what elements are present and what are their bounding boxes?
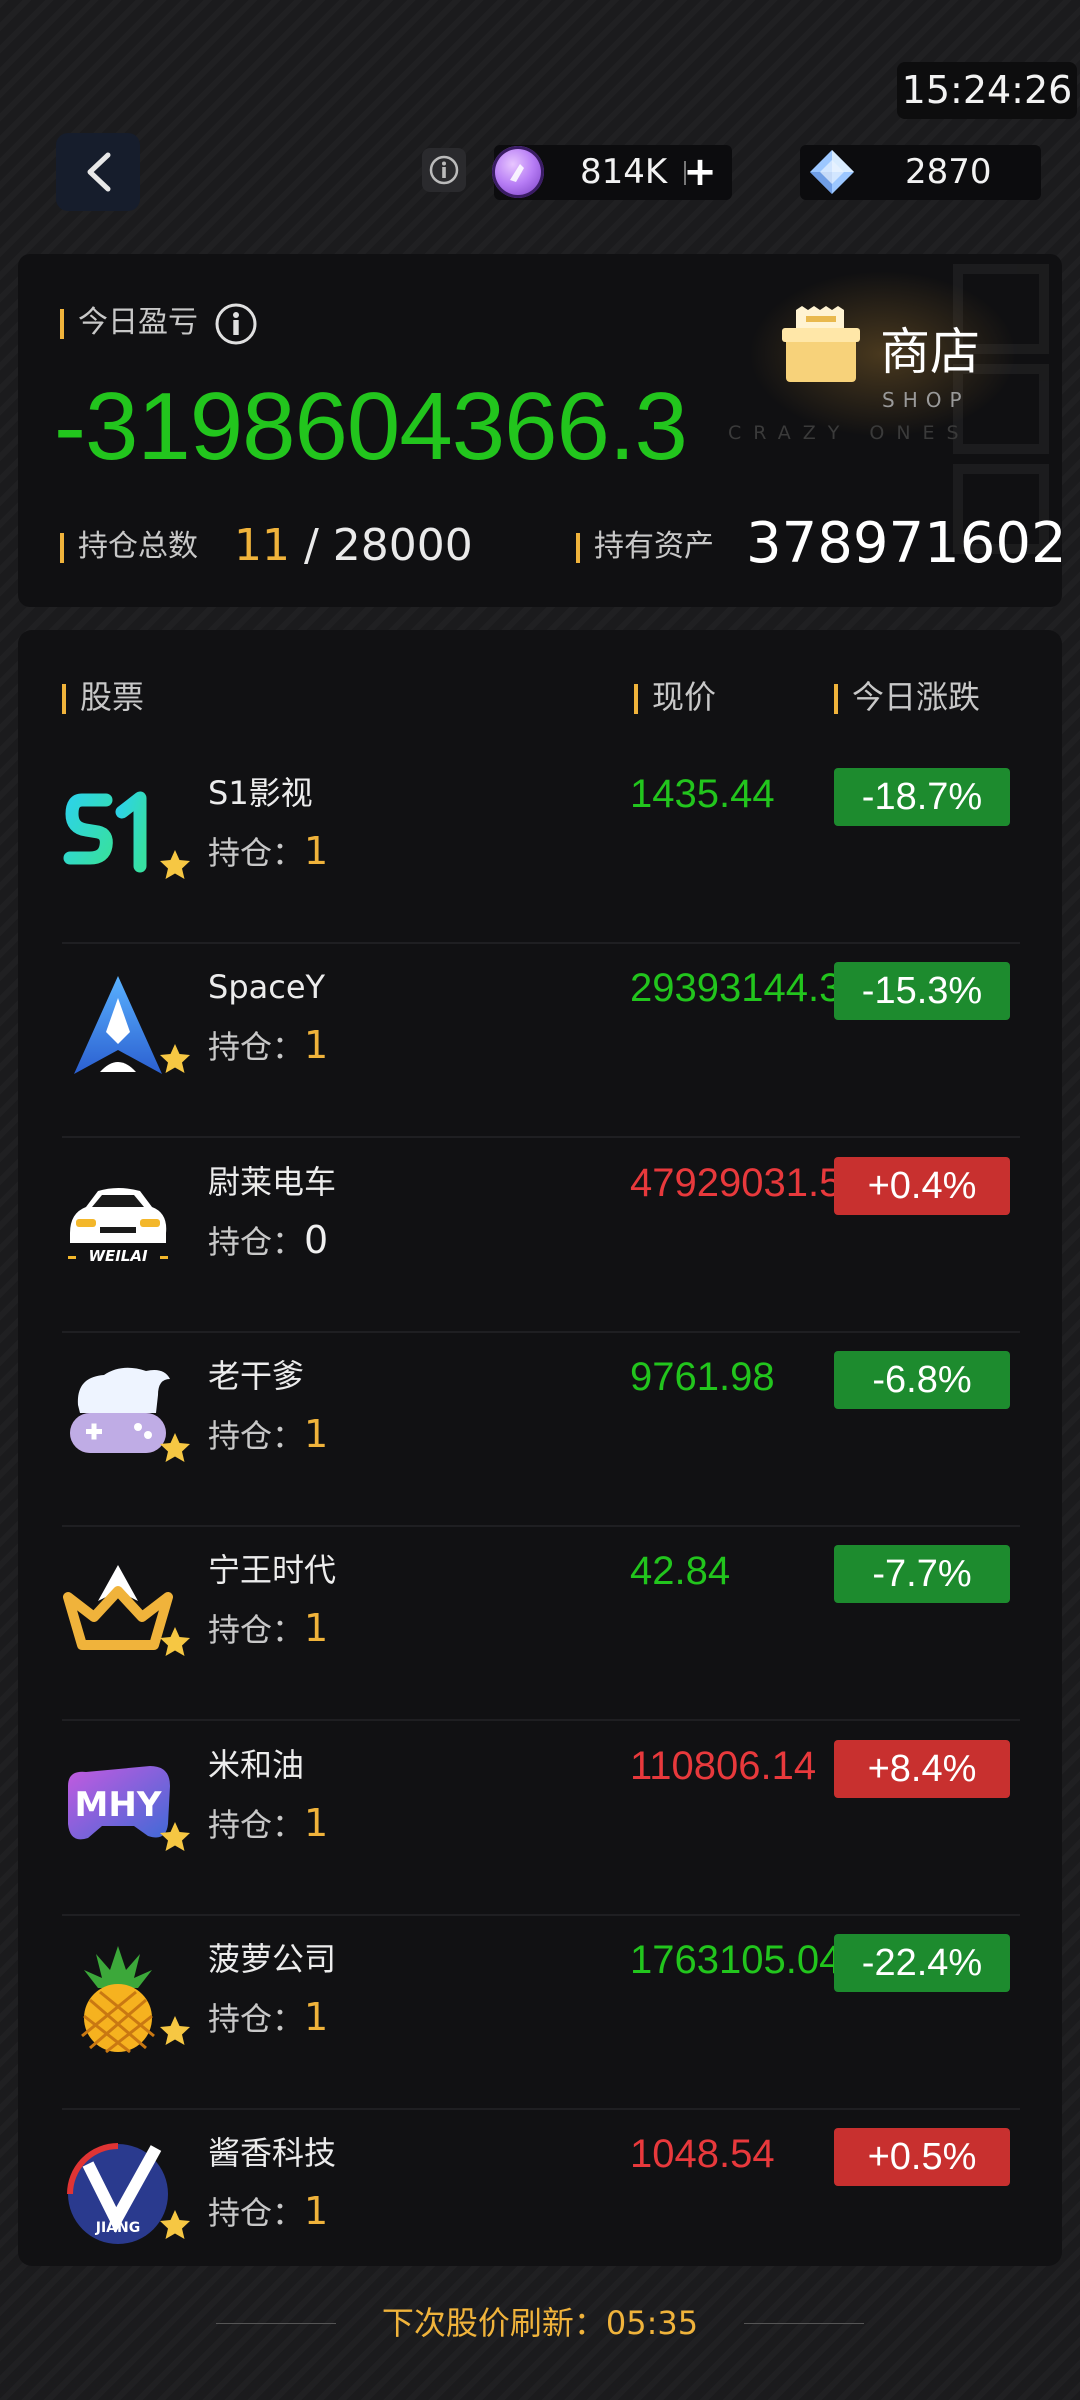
stock-row[interactable]: 菠萝公司持仓：1 1763105.04 -22.4% xyxy=(18,1916,1062,2110)
stock-name: 宁王时代 xyxy=(208,1551,337,1589)
svg-text:JIANG: JIANG xyxy=(95,2220,140,2236)
stock-name: 尉莱电车 xyxy=(208,1163,337,1201)
pnl-label: 今日盈亏 xyxy=(60,298,258,348)
svg-text:WEILAI: WEILAI xyxy=(88,1247,148,1265)
favorite-star-icon[interactable] xyxy=(158,2208,192,2246)
holding-value: 1 xyxy=(304,1801,329,1845)
stock-name: 米和油 xyxy=(208,1746,305,1784)
favorite-star-icon[interactable] xyxy=(158,848,192,886)
svg-text:MHY: MHY xyxy=(75,1785,162,1825)
stock-row[interactable]: S1影视持仓：1 1435.44 -18.7% xyxy=(18,750,1062,944)
favorite-star-icon[interactable] xyxy=(158,1625,192,1663)
stock-name: 酱香科技 xyxy=(208,2134,337,2172)
holding-info: 持仓：1 xyxy=(208,1412,329,1456)
holding-value: 1 xyxy=(304,2189,329,2233)
holding-info: 持仓：0 xyxy=(208,1218,329,1262)
change-badge: +0.4% xyxy=(834,1157,1010,1215)
assets-value: 37897160248 xyxy=(746,511,1062,576)
holding-value: 1 xyxy=(304,1412,329,1456)
stock-price: 47929031.5 xyxy=(630,1161,842,1205)
favorite-star-icon[interactable] xyxy=(158,1042,192,1080)
pnl-value: -3198604366.3 xyxy=(54,373,688,480)
back-button[interactable] xyxy=(56,133,140,211)
column-header-price: 现价 xyxy=(634,672,716,722)
holdings-label: 持仓总数 xyxy=(60,522,198,572)
refresh-footer: 下次股价刷新：05:35 xyxy=(0,2290,1080,2356)
stock-price: 1763105.04 xyxy=(630,1938,842,1982)
change-badge: -18.7% xyxy=(834,768,1010,826)
shop-sublabel: SHOP xyxy=(882,388,970,412)
stock-row[interactable]: MHY 米和油持仓：1 110806.14 +8.4% xyxy=(18,1722,1062,1916)
stock-row[interactable]: SpaceY 持仓：1 29393144.3 -15.3% xyxy=(18,944,1062,1138)
holdings-count: 11 / 28000 xyxy=(234,520,473,571)
stock-row[interactable]: 宁王时代持仓：1 42.84 -7.7% xyxy=(18,1527,1062,1721)
change-badge: -6.8% xyxy=(834,1351,1010,1409)
change-badge: -15.3% xyxy=(834,962,1010,1020)
stock-price: 1048.54 xyxy=(630,2132,775,2176)
info-button[interactable] xyxy=(422,148,466,192)
change-badge: +0.5% xyxy=(834,2128,1010,2186)
add-coins-button[interactable]: + xyxy=(682,152,718,192)
holding-info: 持仓：1 xyxy=(208,1606,329,1650)
gem-balance: 2870 xyxy=(800,145,1041,200)
coin-balance: 814K + xyxy=(492,145,732,200)
holding-value: 1 xyxy=(304,1606,329,1650)
stock-price: 9761.98 xyxy=(630,1355,775,1399)
shop-icon xyxy=(782,306,860,382)
chevron-left-icon xyxy=(87,152,111,192)
stock-name: SpaceY xyxy=(208,968,326,1006)
holding-value: 0 xyxy=(304,1218,329,1262)
stock-row[interactable]: WEILAI 尉莱电车持仓：0 47929031.5 +0.4% xyxy=(18,1139,1062,1333)
change-badge: -22.4% xyxy=(834,1934,1010,1992)
stock-price: 42.84 xyxy=(630,1549,731,1593)
stock-list: 股票 现价 今日涨跌 S1影视持仓：1 1435.44 -18.7% SpaceY 持仓… xyxy=(18,630,1062,2266)
column-header-stock: 股票 xyxy=(62,672,144,722)
stock-name: 菠萝公司 xyxy=(208,1940,337,1978)
holding-info: 持仓：1 xyxy=(208,1023,329,1067)
coin-icon xyxy=(492,146,544,198)
status-clock: 15:24:26 xyxy=(897,62,1077,119)
weilai-car-logo: WEILAI xyxy=(60,1163,176,1279)
coin-amount: 814K xyxy=(580,152,668,192)
change-badge: +8.4% xyxy=(834,1740,1010,1798)
holding-info: 持仓：1 xyxy=(208,1995,329,2039)
stock-name: 老干爹 xyxy=(208,1357,305,1395)
holding-value: 1 xyxy=(304,1995,329,2039)
stock-price: 29393144.3 xyxy=(630,966,842,1010)
column-header-change: 今日涨跌 xyxy=(834,672,980,722)
watermark-text: CRAZY ONES xyxy=(728,422,971,444)
favorite-star-icon[interactable] xyxy=(158,2014,192,2052)
favorite-star-icon[interactable] xyxy=(158,1820,192,1858)
stock-row[interactable]: 老干爹持仓：1 9761.98 -6.8% xyxy=(18,1333,1062,1527)
assets-label: 持有资产 xyxy=(576,522,714,572)
holding-value: 1 xyxy=(304,829,329,873)
info-icon xyxy=(429,155,459,185)
gem-amount: 2870 xyxy=(905,152,992,192)
holding-value: 1 xyxy=(304,1023,329,1067)
holding-info: 持仓：1 xyxy=(208,2189,329,2233)
stock-name: S1影视 xyxy=(208,774,313,812)
change-badge: -7.7% xyxy=(834,1545,1010,1603)
refresh-countdown: 下次股价刷新：05:35 xyxy=(381,2304,699,2342)
holding-info: 持仓：1 xyxy=(208,829,329,873)
pnl-info-icon[interactable] xyxy=(214,302,258,346)
portfolio-summary: 今日盈亏 -3198604366.3 商店 SHOP CRAZY ONES 持仓… xyxy=(18,254,1062,607)
stock-row[interactable]: JIANG 酱香科技持仓：1 1048.54 +0.5% xyxy=(18,2110,1062,2304)
holding-info: 持仓：1 xyxy=(208,1801,329,1845)
stock-price: 110806.14 xyxy=(630,1744,817,1788)
shop-label: 商店 xyxy=(880,323,980,381)
diamond-icon xyxy=(810,150,854,194)
favorite-star-icon[interactable] xyxy=(158,1431,192,1469)
shop-button[interactable]: 商店 SHOP xyxy=(738,264,1028,444)
row-divider xyxy=(62,1136,1020,1138)
row-divider xyxy=(62,1719,1020,1721)
stock-price: 1435.44 xyxy=(630,772,775,816)
